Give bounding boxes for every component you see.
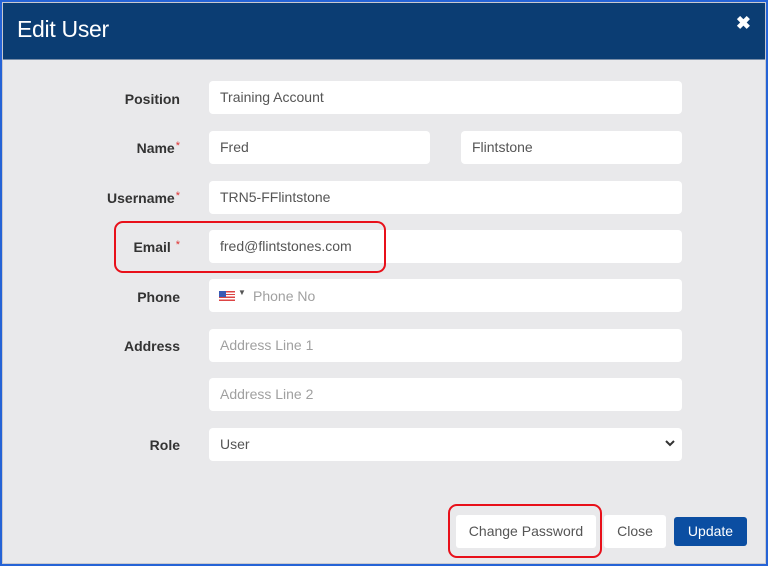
update-button[interactable]: Update [674, 517, 747, 546]
role-label: Role [149, 437, 180, 453]
address-label: Address [123, 338, 180, 354]
last-name-input[interactable] [461, 131, 682, 164]
close-button[interactable]: Close [604, 515, 666, 548]
first-name-input[interactable] [209, 131, 430, 164]
role-select[interactable]: User [209, 428, 682, 461]
position-label: Position [124, 91, 180, 107]
required-marker: * [175, 239, 180, 251]
role-selected-value: User [220, 436, 250, 452]
change-password-button[interactable]: Change Password [456, 515, 596, 548]
username-input[interactable] [209, 181, 682, 214]
required-marker: * [175, 140, 180, 152]
required-marker: * [175, 190, 180, 202]
us-flag-icon[interactable] [219, 291, 235, 301]
edit-user-modal: Edit User ✖ Position Name* Username* Ema… [2, 2, 766, 564]
chevron-down-icon [665, 440, 675, 447]
phone-input[interactable] [249, 279, 677, 312]
address-line1-input[interactable] [209, 329, 682, 362]
phone-field: ▼ [209, 279, 682, 312]
close-icon[interactable]: ✖ [736, 13, 751, 33]
username-label: Username* [107, 190, 180, 206]
email-input[interactable] [209, 230, 682, 263]
name-label: Name* [136, 140, 180, 156]
caret-down-icon[interactable]: ▼ [238, 288, 246, 297]
modal-header: Edit User ✖ [3, 3, 765, 60]
phone-label: Phone [137, 289, 180, 305]
position-input[interactable] [209, 81, 682, 114]
email-label: Email * [133, 239, 180, 255]
modal-title: Edit User [17, 16, 109, 42]
address-line2-input[interactable] [209, 378, 682, 411]
